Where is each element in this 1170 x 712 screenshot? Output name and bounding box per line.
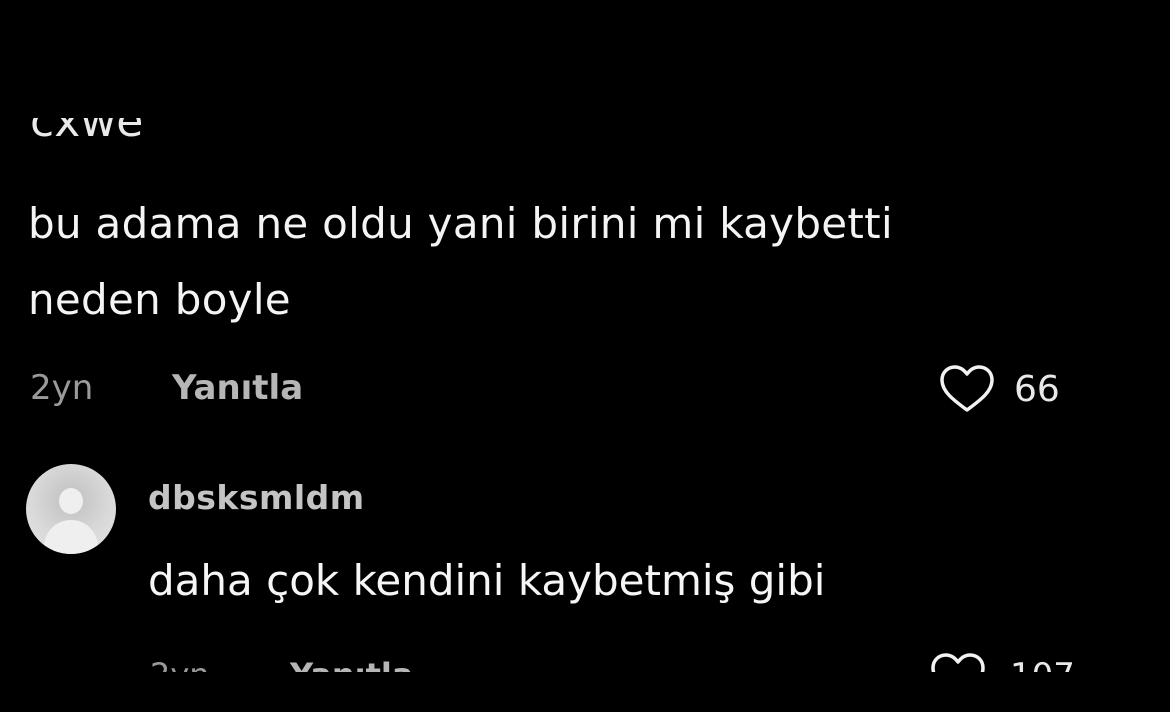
previous-comment-fragment: cxwe	[30, 118, 143, 150]
reply-timestamp: 2yn	[150, 656, 210, 672]
reply-meta-row-partial: 2yn Yanıtla 107	[0, 652, 1170, 672]
comment-timestamp: 2yn	[30, 368, 94, 408]
heart-outline-icon[interactable]	[938, 364, 996, 414]
comment-meta-row: 2yn Yanıtla 66	[30, 364, 1090, 414]
reply-comment: dbsksmldm daha çok kendini kaybetmiş gib…	[26, 464, 1126, 605]
reply-like-count: 107	[1010, 656, 1075, 672]
comment-like-count: 66	[1014, 368, 1060, 410]
comment-text: bu adama ne oldu yani birini mi kaybetti…	[28, 199, 893, 324]
reply-username[interactable]: dbsksmldm	[148, 478, 365, 517]
reply-text: daha çok kendini kaybetmiş gibi	[148, 556, 826, 605]
avatar-head-shape	[59, 488, 83, 514]
previous-comment-text: cxwe	[30, 118, 144, 147]
heart-outline-icon[interactable]	[928, 652, 988, 672]
comments-screen: cxwe bu adama ne oldu yani birini mi kay…	[0, 0, 1170, 712]
default-avatar-icon[interactable]	[26, 464, 116, 554]
reply-reply-button[interactable]: Yanıtla	[290, 656, 413, 672]
avatar-body-shape	[44, 520, 98, 554]
comment-reply-button[interactable]: Yanıtla	[172, 368, 303, 408]
comment-like-group[interactable]: 66	[938, 364, 1060, 414]
